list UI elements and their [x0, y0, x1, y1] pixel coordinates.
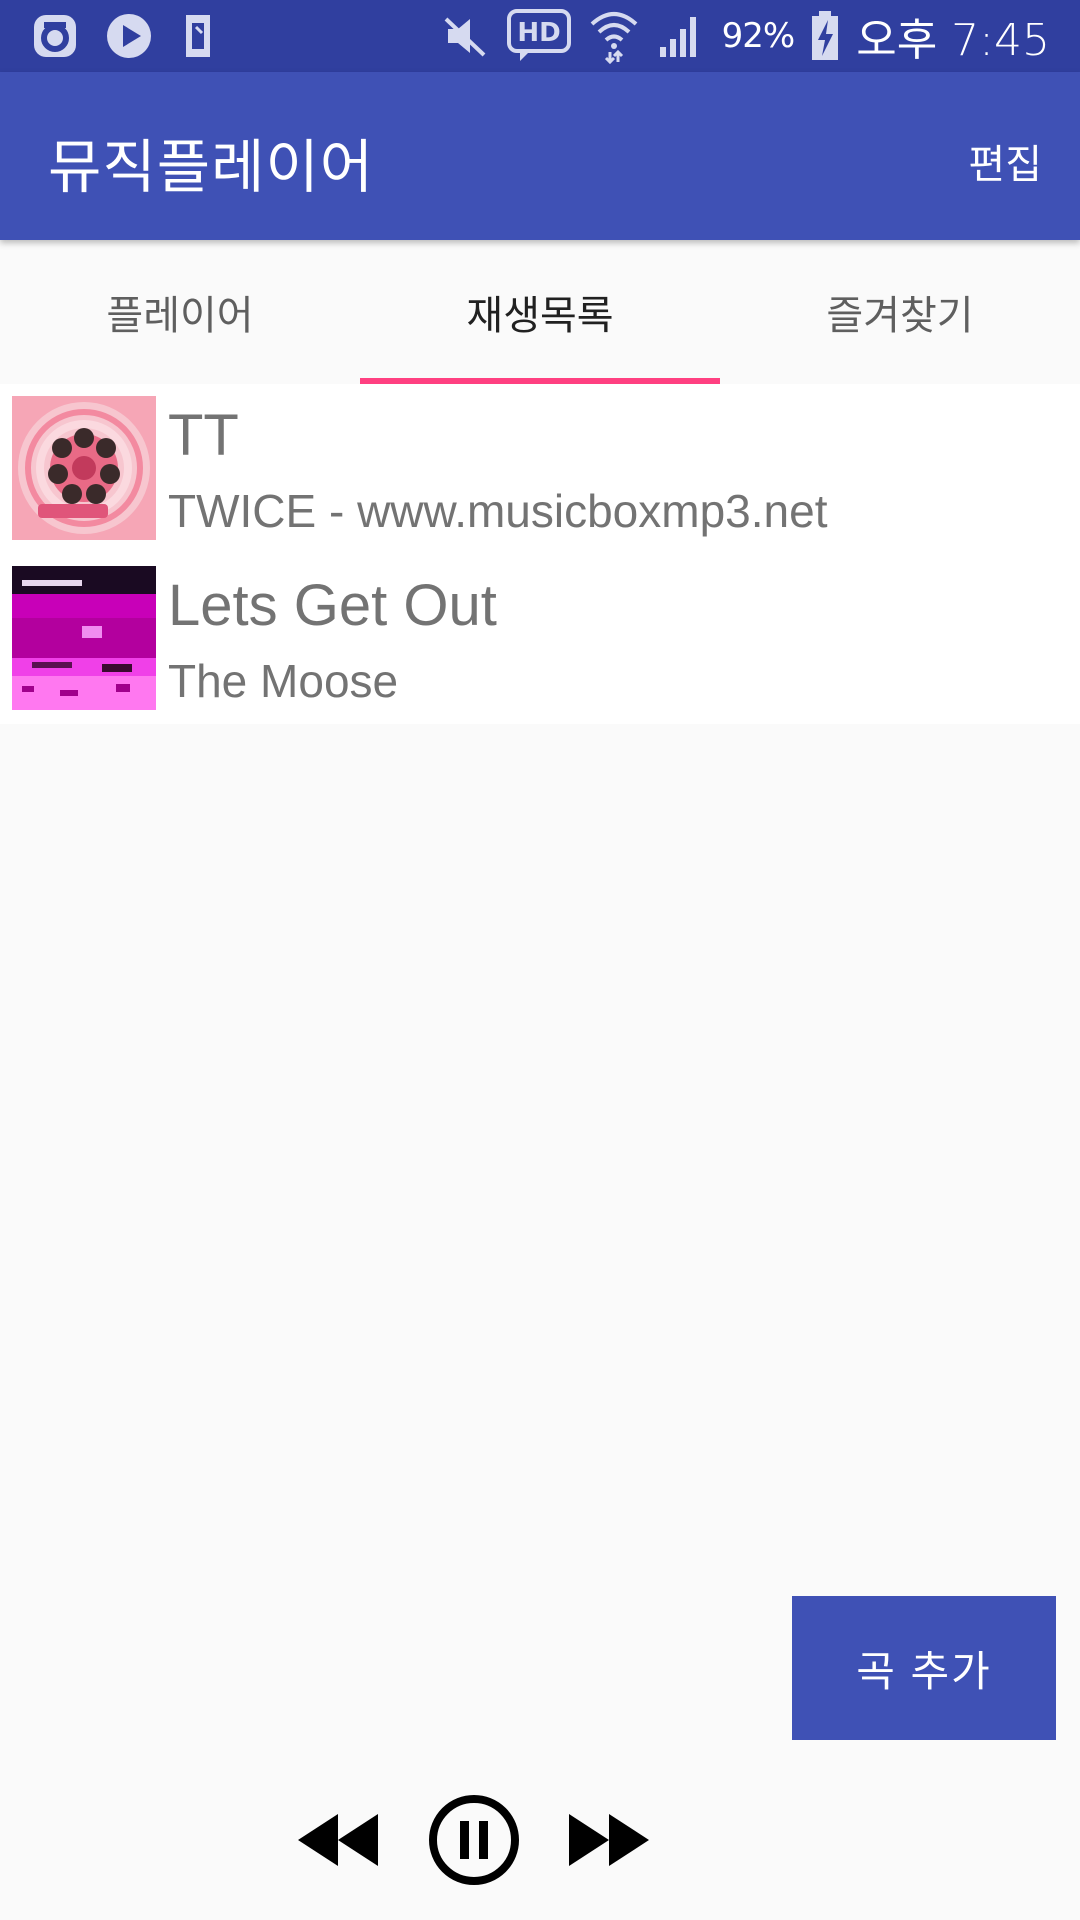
player-controls	[0, 1790, 1080, 1890]
sd-card-icon	[178, 11, 218, 61]
track-title: Lets Get Out	[168, 573, 497, 638]
tab-favorites[interactable]: 즐겨찾기	[720, 240, 1080, 384]
status-bar: HD 92% 오후 7:45	[0, 0, 1080, 72]
rewind-icon[interactable]	[295, 1790, 381, 1890]
battery-percent: 92%	[721, 16, 796, 56]
track-artist: The Moose	[168, 655, 399, 707]
pause-icon[interactable]	[427, 1790, 521, 1890]
track-title: TT	[168, 403, 239, 468]
battery-charging-icon	[810, 10, 840, 62]
sync-icon	[30, 11, 80, 61]
fast-forward-icon[interactable]	[566, 1790, 652, 1890]
status-bar-system: HD 92% 오후 7:45	[440, 8, 1050, 66]
status-bar-notifications	[30, 10, 218, 62]
wifi-icon	[588, 8, 640, 64]
tab-playlist[interactable]: 재생목록	[360, 240, 720, 384]
app-bar: 뮤직플레이어 편집	[0, 72, 1080, 240]
hd-voice-icon: HD	[506, 8, 572, 64]
track-artist: TWICE - www.musicboxmp3.net	[168, 485, 828, 537]
tab-label: 즐겨찾기	[826, 293, 974, 339]
signal-icon	[656, 11, 706, 61]
app-title: 뮤직플레이어	[48, 133, 375, 201]
mute-icon	[440, 11, 490, 61]
tab-label: 재생목록	[466, 293, 614, 339]
play-store-icon	[104, 11, 154, 61]
tab-bar: 플레이어 재생목록 즐겨찾기	[0, 240, 1080, 384]
list-item[interactable]: Lets Get Out The Moose	[0, 554, 1080, 724]
list-item[interactable]: TT TWICE - www.musicboxmp3.net	[0, 384, 1080, 554]
edit-button[interactable]: 편집	[968, 132, 1042, 190]
tab-label: 플레이어	[106, 293, 254, 339]
album-art-icon	[12, 566, 156, 710]
clock: 오후 7:45	[856, 15, 1050, 66]
playlist: TT TWICE - www.musicboxmp3.net Lets Get …	[0, 384, 1080, 724]
svg-text:HD: HD	[517, 18, 560, 48]
tab-player[interactable]: 플레이어	[0, 240, 360, 384]
album-art-icon	[12, 396, 156, 540]
add-song-button[interactable]: 곡 추가	[792, 1596, 1056, 1740]
